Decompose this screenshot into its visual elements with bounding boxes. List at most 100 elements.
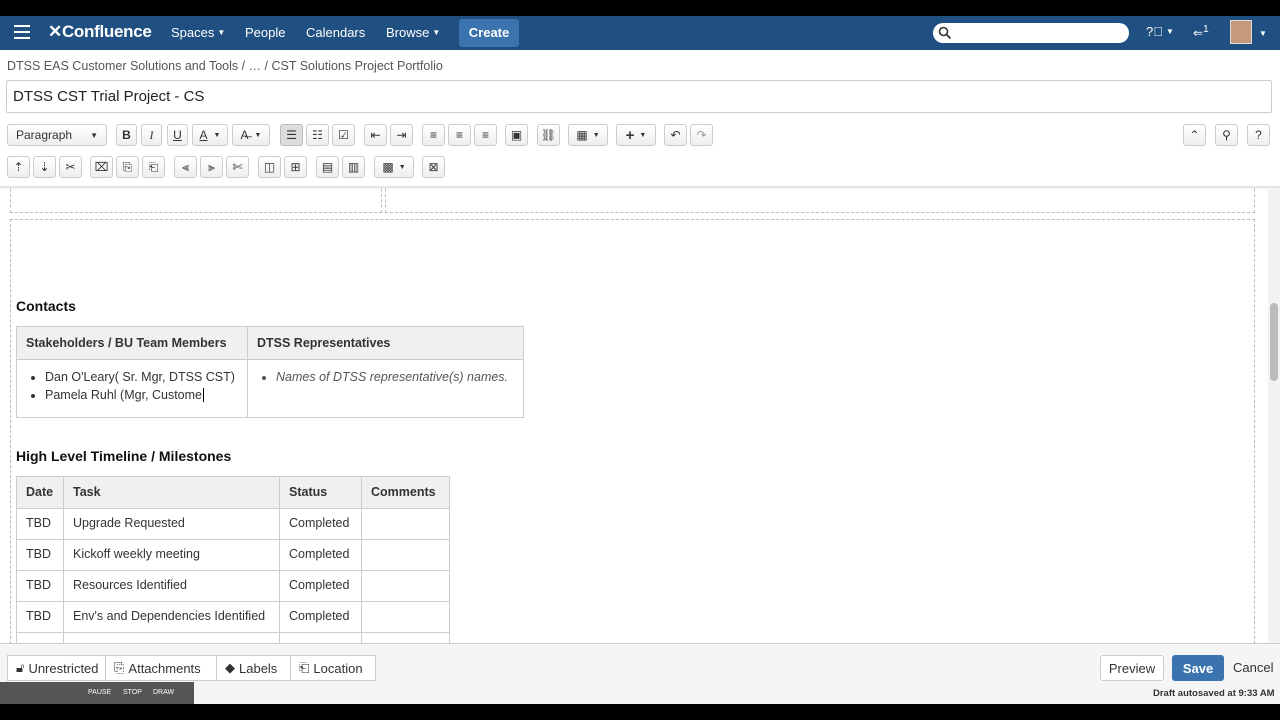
table-header[interactable]: Comments xyxy=(361,476,450,509)
align-left-button[interactable]: ≡ xyxy=(422,124,445,146)
column-before-icon: ⫷ xyxy=(182,159,189,174)
confluence-logo[interactable]: ✕Confluence xyxy=(48,22,152,42)
merge-cells-button[interactable]: ◫ xyxy=(258,156,281,178)
insert-row-before-button[interactable]: ⇡ xyxy=(7,156,30,178)
table-cell[interactable]: TBD xyxy=(16,601,64,633)
cell-color-button[interactable]: ▩ ▼ xyxy=(374,156,414,178)
table-cell[interactable]: Completed xyxy=(279,508,362,540)
paste-row-button[interactable]: ⎗ xyxy=(142,156,165,178)
delete-column-icon: ✄ xyxy=(232,160,243,174)
layout-icon: ▣ xyxy=(510,128,523,142)
editor-help-button[interactable]: ? xyxy=(1247,124,1270,146)
delete-row-button[interactable]: ✂ xyxy=(59,156,82,178)
table-cell[interactable] xyxy=(361,601,450,633)
page-layout-button[interactable]: ▣ xyxy=(505,124,528,146)
table-cell[interactable]: Names of DTSS representative(s) names. xyxy=(247,359,524,418)
heading-column-button[interactable]: ▥ xyxy=(342,156,365,178)
outdent-button[interactable]: ⇤ xyxy=(364,124,387,146)
table-cell[interactable] xyxy=(361,539,450,571)
table-cell[interactable] xyxy=(361,570,450,602)
chevron-down-icon: ▼ xyxy=(1165,27,1174,36)
table-header[interactable]: Status xyxy=(279,476,362,509)
table-header[interactable]: Date xyxy=(16,476,64,509)
nav-calendars[interactable]: Calendars xyxy=(306,25,365,40)
insert-column-after-button[interactable]: ⫸ xyxy=(200,156,223,178)
insert-column-before-button[interactable]: ⫷ xyxy=(174,156,197,178)
align-center-button[interactable]: ≡ xyxy=(448,124,471,146)
menu-icon[interactable] xyxy=(14,25,30,39)
attachments-button[interactable]: ⎘ Attachments xyxy=(105,655,217,681)
more-formatting-button[interactable]: A̶ ▼ xyxy=(232,124,270,146)
search-input[interactable] xyxy=(933,23,1129,43)
insert-row-after-button[interactable]: ⇣ xyxy=(33,156,56,178)
underline-button[interactable]: U xyxy=(167,124,188,146)
cancel-button[interactable]: Cancel xyxy=(1233,660,1273,675)
table-cell[interactable]: Dan O'Leary( Sr. Mgr, DTSS CST) Pamela R… xyxy=(16,359,248,418)
layout-cell xyxy=(10,188,382,213)
user-menu-chevron[interactable]: ▼ xyxy=(1256,26,1267,41)
scrollbar-thumb[interactable] xyxy=(1270,303,1278,381)
labels-button[interactable]: ◆ Labels xyxy=(216,655,291,681)
help-menu[interactable]: ?⃝ ▼ xyxy=(1146,24,1174,39)
preview-button[interactable]: Preview xyxy=(1100,655,1164,681)
bullet-list-button[interactable]: ☰ xyxy=(280,124,303,146)
table-cell[interactable]: TBD xyxy=(16,539,64,571)
table-cell[interactable]: Kickoff weekly meeting xyxy=(63,539,280,571)
delete-table-button[interactable]: ⊠ xyxy=(422,156,445,178)
table-header[interactable]: Task xyxy=(63,476,280,509)
bold-button[interactable]: B xyxy=(116,124,137,146)
table-cell[interactable]: Env's and Dependencies Identified xyxy=(63,601,280,633)
insert-link-button[interactable]: ⛓ xyxy=(537,124,560,146)
align-right-button[interactable]: ≡ xyxy=(474,124,497,146)
nav-browse[interactable]: Browse ▼ xyxy=(386,25,440,40)
collapse-toolbar-button[interactable]: ⌃ xyxy=(1183,124,1206,146)
redo-button[interactable]: ↷ xyxy=(690,124,713,146)
insert-table-button[interactable]: ▦ ▼ xyxy=(568,124,608,146)
location-button[interactable]: ⎗ Location xyxy=(290,655,376,681)
table-cell[interactable]: TBD xyxy=(16,570,64,602)
save-button[interactable]: Save xyxy=(1172,655,1224,681)
table-header[interactable]: DTSS Representatives xyxy=(247,326,524,360)
table-cell[interactable]: Upgrade Requested xyxy=(63,508,280,540)
recorder-draw-button[interactable]: DRAW xyxy=(153,689,174,696)
list-item[interactable]: Dan O'Leary( Sr. Mgr, DTSS CST) xyxy=(45,368,238,386)
restrictions-button[interactable]: 🔓︎ Unrestricted xyxy=(7,655,106,681)
table-cell[interactable]: Completed xyxy=(279,539,362,571)
split-cell-button[interactable]: ⊞ xyxy=(284,156,307,178)
list-item[interactable]: Names of DTSS representative(s) names. xyxy=(276,368,514,386)
editor-content[interactable]: Contacts Stakeholders / BU Team Members … xyxy=(0,188,1268,646)
avatar[interactable] xyxy=(1230,20,1252,44)
delete-column-button[interactable]: ✄ xyxy=(226,156,249,178)
text-color-button[interactable]: A ▼ xyxy=(192,124,228,146)
table-cell[interactable]: Resources Identified xyxy=(63,570,280,602)
notifications-button[interactable]: ⇐1 xyxy=(1193,24,1209,40)
nav-spaces[interactable]: Spaces ▼ xyxy=(171,25,225,40)
table-header[interactable]: Stakeholders / BU Team Members xyxy=(16,326,248,360)
task-list-button[interactable]: ☑ xyxy=(332,124,355,146)
recorder-pause-button[interactable]: PAUSE xyxy=(88,689,111,696)
create-button[interactable]: Create xyxy=(459,19,519,47)
nav-people[interactable]: People xyxy=(245,25,285,40)
paragraph-format-dropdown[interactable]: Paragraph ▼ xyxy=(7,124,107,146)
list-item[interactable]: Pamela Ruhl (Mgr, Custome xyxy=(45,386,238,404)
table-cell[interactable]: Completed xyxy=(279,601,362,633)
page-title-input[interactable]: DTSS CST Trial Project - CS xyxy=(6,80,1272,113)
cut-row-button[interactable]: ⌧ xyxy=(90,156,113,178)
cell-color-icon: ▩ xyxy=(382,160,394,174)
breadcrumb[interactable]: DTSS EAS Customer Solutions and Tools / … xyxy=(7,59,443,73)
recorder-stop-button[interactable]: STOP xyxy=(123,689,142,696)
table-cell[interactable]: Completed xyxy=(279,570,362,602)
split-cell-icon: ⊞ xyxy=(290,160,301,174)
heading-row-button[interactable]: ▤ xyxy=(316,156,339,178)
numbered-list-button[interactable]: ☷ xyxy=(306,124,329,146)
insert-more-button[interactable]: + ▼ xyxy=(616,124,656,146)
table-cell[interactable]: TBD xyxy=(16,508,64,540)
chevron-down-icon: ▼ xyxy=(592,131,600,139)
vertical-scrollbar[interactable] xyxy=(1268,188,1280,658)
undo-button[interactable]: ↶ xyxy=(664,124,687,146)
italic-button[interactable]: I xyxy=(141,124,162,146)
indent-button[interactable]: ⇥ xyxy=(390,124,413,146)
copy-row-button[interactable]: ⎘ xyxy=(116,156,139,178)
table-cell[interactable] xyxy=(361,508,450,540)
find-replace-button[interactable]: ⚲ xyxy=(1215,124,1238,146)
